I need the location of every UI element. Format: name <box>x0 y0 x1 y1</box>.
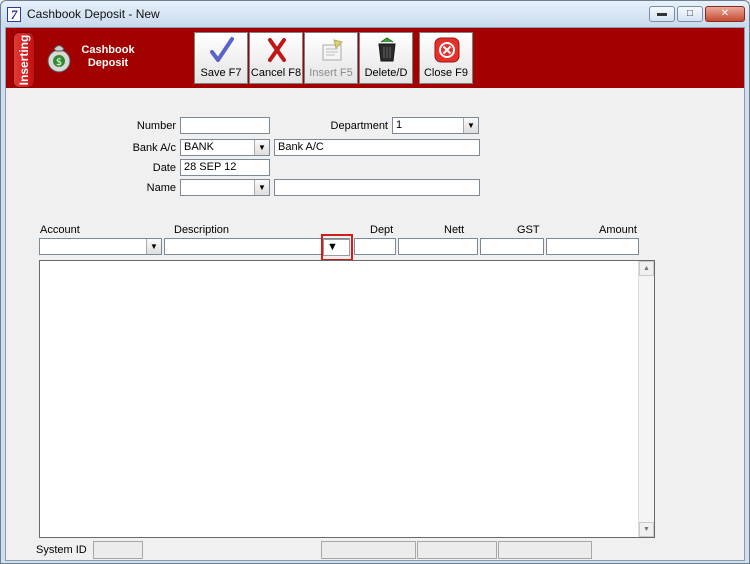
mode-label: Inserting <box>17 34 31 86</box>
minimize-icon: ▬ <box>657 8 667 19</box>
number-label: Number <box>136 120 176 132</box>
save-button[interactable]: Save F7 <box>194 32 248 84</box>
date-field[interactable]: 28 SEP 12 <box>180 159 270 176</box>
scroll-up-icon[interactable]: ▲ <box>639 261 654 276</box>
close-circle-icon <box>434 37 460 63</box>
insert-button[interactable]: Insert F5 <box>304 32 358 84</box>
form-title: Cashbook Deposit <box>78 44 138 70</box>
close-form-button-label: Close F9 <box>423 67 469 79</box>
bank-label: Bank A/c <box>132 142 176 154</box>
nett-field[interactable] <box>398 238 478 255</box>
maximize-icon: □ <box>686 8 694 19</box>
column-header-amount: Amount <box>599 224 637 236</box>
bank-name-field[interactable]: Bank A/C <box>274 139 480 156</box>
column-header-gst: GST <box>517 224 540 236</box>
focus-highlight <box>321 234 353 261</box>
save-button-label: Save F7 <box>200 67 242 79</box>
insert-document-icon <box>322 39 343 61</box>
name-label: Name <box>146 182 176 194</box>
date-label: Date <box>152 162 176 174</box>
delete-button[interactable]: Delete/D <box>359 32 413 84</box>
toolbar: Inserting $ Cashbook Deposit Save F7 Can… <box>6 28 744 88</box>
chevron-down-icon[interactable]: ▼ <box>146 239 161 254</box>
bank-code-value: BANK <box>184 141 214 153</box>
system-id-field <box>93 541 143 559</box>
close-icon: ✕ <box>720 8 730 19</box>
checkmark-icon <box>210 37 234 62</box>
status-panel-2 <box>417 541 497 559</box>
deposit-lines-grid[interactable]: ▲ ▼ <box>39 260 655 538</box>
account-dropdown[interactable]: ▼ <box>39 238 162 255</box>
close-window-button[interactable]: ✕ <box>705 6 745 22</box>
cancel-button[interactable]: Cancel F8 <box>249 32 303 84</box>
cancel-button-label: Cancel F8 <box>250 67 302 79</box>
app-icon: 7 <box>7 7 21 22</box>
chevron-down-icon[interactable]: ▼ <box>254 140 269 155</box>
column-header-nett: Nett <box>444 224 465 236</box>
department-value: 1 <box>396 119 403 131</box>
minimize-button[interactable]: ▬ <box>649 6 675 22</box>
number-field[interactable] <box>180 117 270 134</box>
money-bag-icon: $ <box>47 45 71 73</box>
form-title-line1: Cashbook <box>81 44 135 56</box>
bank-account-dropdown[interactable]: BANK ▼ <box>180 139 270 156</box>
column-header-description: Description <box>174 224 230 236</box>
status-panel-1 <box>321 541 416 559</box>
department-dropdown[interactable]: 1 ▼ <box>392 117 479 134</box>
svg-text:$: $ <box>56 57 62 68</box>
title-bar[interactable]: 7 Cashbook Deposit - New ▬ □ ✕ <box>1 1 749 27</box>
window-title: Cashbook Deposit - New <box>27 7 160 21</box>
status-panel-3 <box>498 541 592 559</box>
vertical-scrollbar[interactable]: ▲ ▼ <box>638 261 654 537</box>
trash-bin-icon <box>378 37 396 62</box>
name-dropdown[interactable]: ▼ <box>180 179 270 196</box>
system-id-label: System ID <box>36 544 87 556</box>
form-title-line2: Deposit <box>87 57 129 69</box>
chevron-down-icon[interactable]: ▼ <box>463 118 478 133</box>
amount-field[interactable] <box>546 238 639 255</box>
maximize-button[interactable]: □ <box>677 6 703 22</box>
column-header-account: Account <box>40 224 80 236</box>
gst-field[interactable] <box>480 238 544 255</box>
name-field[interactable] <box>274 179 480 196</box>
column-header-dept: Dept <box>370 224 394 236</box>
scroll-down-icon[interactable]: ▼ <box>639 522 654 537</box>
cancel-x-icon <box>268 38 286 62</box>
insert-button-label: Insert F5 <box>309 67 353 79</box>
application-window: 7 Cashbook Deposit - New ▬ □ ✕ Inserting… <box>0 0 750 564</box>
mode-indicator: Inserting <box>13 32 35 88</box>
department-label: Department <box>330 120 388 132</box>
chevron-down-icon[interactable]: ▼ <box>254 180 269 195</box>
form-client-area: Inserting $ Cashbook Deposit Save F7 Can… <box>5 27 745 561</box>
dept-field[interactable] <box>354 238 396 255</box>
close-form-button[interactable]: Close F9 <box>419 32 473 84</box>
delete-button-label: Delete/D <box>364 67 408 79</box>
